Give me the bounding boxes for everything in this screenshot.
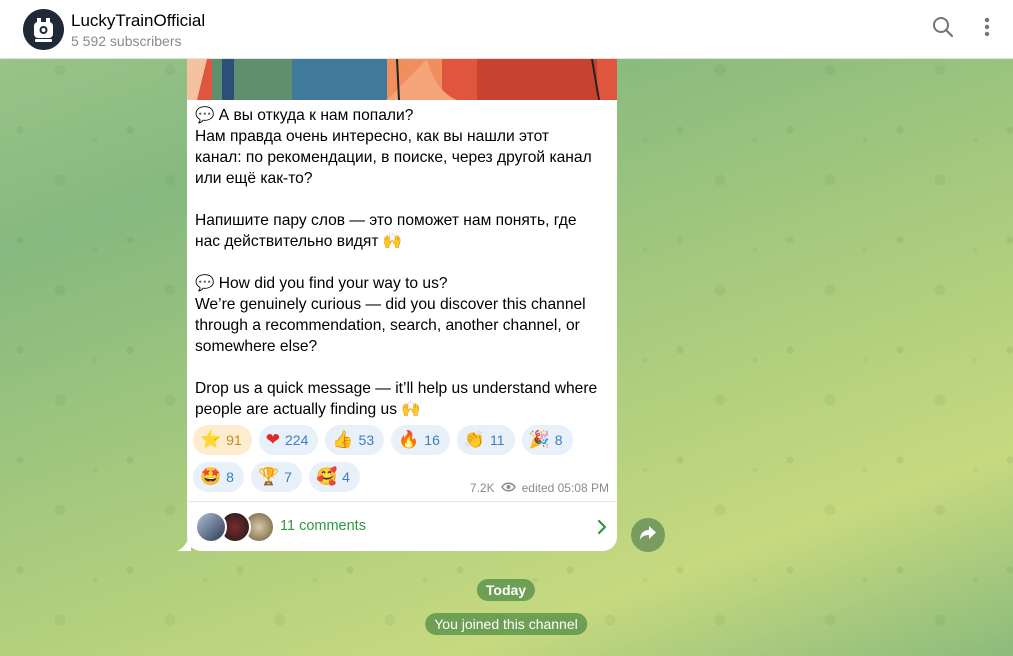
reaction-button[interactable]: ❤ 224: [258, 425, 319, 455]
search-button[interactable]: [929, 15, 957, 43]
reaction-button[interactable]: 🎉 8: [521, 425, 573, 455]
comments-count: 11 comments: [280, 518, 366, 534]
reaction-emoji-icon: 👏: [463, 429, 486, 450]
chat-header: LuckyTrainOfficial 5 592 subscribers: [0, 0, 1013, 59]
post-meta: 7.2K edited 05:08 PM: [470, 481, 609, 495]
reaction-button[interactable]: 🥰 4: [308, 462, 360, 492]
reaction-emoji-icon: 🔥: [398, 429, 420, 450]
reaction-emoji-icon: 🤩: [200, 466, 222, 487]
reaction-count: 8: [554, 432, 563, 448]
date-separator: Today: [476, 579, 536, 601]
reaction-emoji-icon: 👍: [332, 429, 354, 450]
reaction-count: 8: [226, 469, 234, 485]
reaction-count: 16: [424, 432, 440, 448]
reaction-count: 4: [342, 469, 350, 485]
reaction-button[interactable]: 🏆 7: [250, 462, 302, 492]
reaction-emoji-icon: 🎉: [528, 429, 550, 450]
post-text-line: [195, 252, 611, 273]
reaction-count: 11: [490, 432, 505, 448]
post-text-line: [195, 357, 611, 378]
post-text-line: или ещё как-то?: [195, 170, 313, 187]
post-text-line: We’re genuinely curious — did you discov…: [195, 296, 586, 313]
edited-time: edited 05:08 PM: [521, 481, 609, 495]
post-text-line: 💬 А вы откуда к нам попали?: [195, 107, 414, 124]
post-text-line: people are actually finding us 🙌: [195, 401, 421, 418]
search-icon: [932, 16, 954, 43]
reaction-count: 7: [284, 469, 292, 485]
view-count: 7.2K: [469, 481, 495, 495]
chevron-right-icon: [597, 519, 607, 540]
reaction-button[interactable]: 👏 11: [456, 425, 515, 455]
share-icon: [639, 525, 657, 546]
post-text-line: нас действительно видят 🙌: [195, 233, 403, 250]
reaction-emoji-icon: 🏆: [257, 466, 280, 487]
reaction-button[interactable]: ⭐ 91: [193, 425, 252, 455]
reaction-count: 53: [358, 432, 375, 448]
eye-icon: [500, 481, 516, 495]
avatar: [195, 511, 227, 543]
reaction-emoji-icon: ⭐: [200, 429, 222, 450]
channel-avatar[interactable]: [23, 9, 64, 50]
reaction-count: 91: [226, 432, 242, 448]
post-text-line: through a recommendation, search, anothe…: [195, 317, 580, 334]
post-text: 💬 А вы откуда к нам попали? Нам правда оч…: [195, 105, 611, 420]
channel-title: LuckyTrainOfficial: [71, 11, 206, 30]
share-button[interactable]: [631, 518, 665, 552]
channel-info[interactable]: LuckyTrainOfficial 5 592 subscribers: [71, 11, 205, 51]
post-text-line: Напишите пару слов — это поможет нам пон…: [195, 212, 577, 229]
subscriber-count: 5 592 subscribers: [71, 33, 182, 49]
reaction-button[interactable]: 🔥 16: [391, 425, 450, 455]
post-image[interactable]: [187, 59, 617, 100]
post-text-line: Drop us a quick message — it’ll help us …: [195, 380, 598, 397]
more-vertical-icon: [984, 17, 990, 42]
more-options-button[interactable]: [973, 15, 1001, 43]
post-text-line: somewhere else?: [195, 338, 318, 355]
post-text-line: Нам правда очень интересно, как вы нашли…: [195, 128, 550, 145]
post-text-line: [195, 189, 611, 210]
reaction-button[interactable]: 👍 53: [325, 425, 385, 455]
reaction-emoji-icon: ❤: [265, 429, 280, 450]
reaction-emoji-icon: 🥰: [315, 466, 338, 487]
post-text-line: 💬 How did you find your way to us?: [195, 275, 448, 292]
reaction-button[interactable]: 🤩 8: [193, 462, 244, 492]
service-message-joined: You joined this channel: [425, 613, 587, 635]
post-text-line: канал: по рекомендации, в поиске, через …: [195, 149, 592, 166]
comments-button[interactable]: 11 comments: [187, 501, 617, 551]
commenter-avatars: [195, 511, 275, 543]
channel-post: 💬 А вы откуда к нам попали? Нам правда оч…: [187, 59, 617, 551]
reaction-count: 224: [285, 432, 309, 448]
